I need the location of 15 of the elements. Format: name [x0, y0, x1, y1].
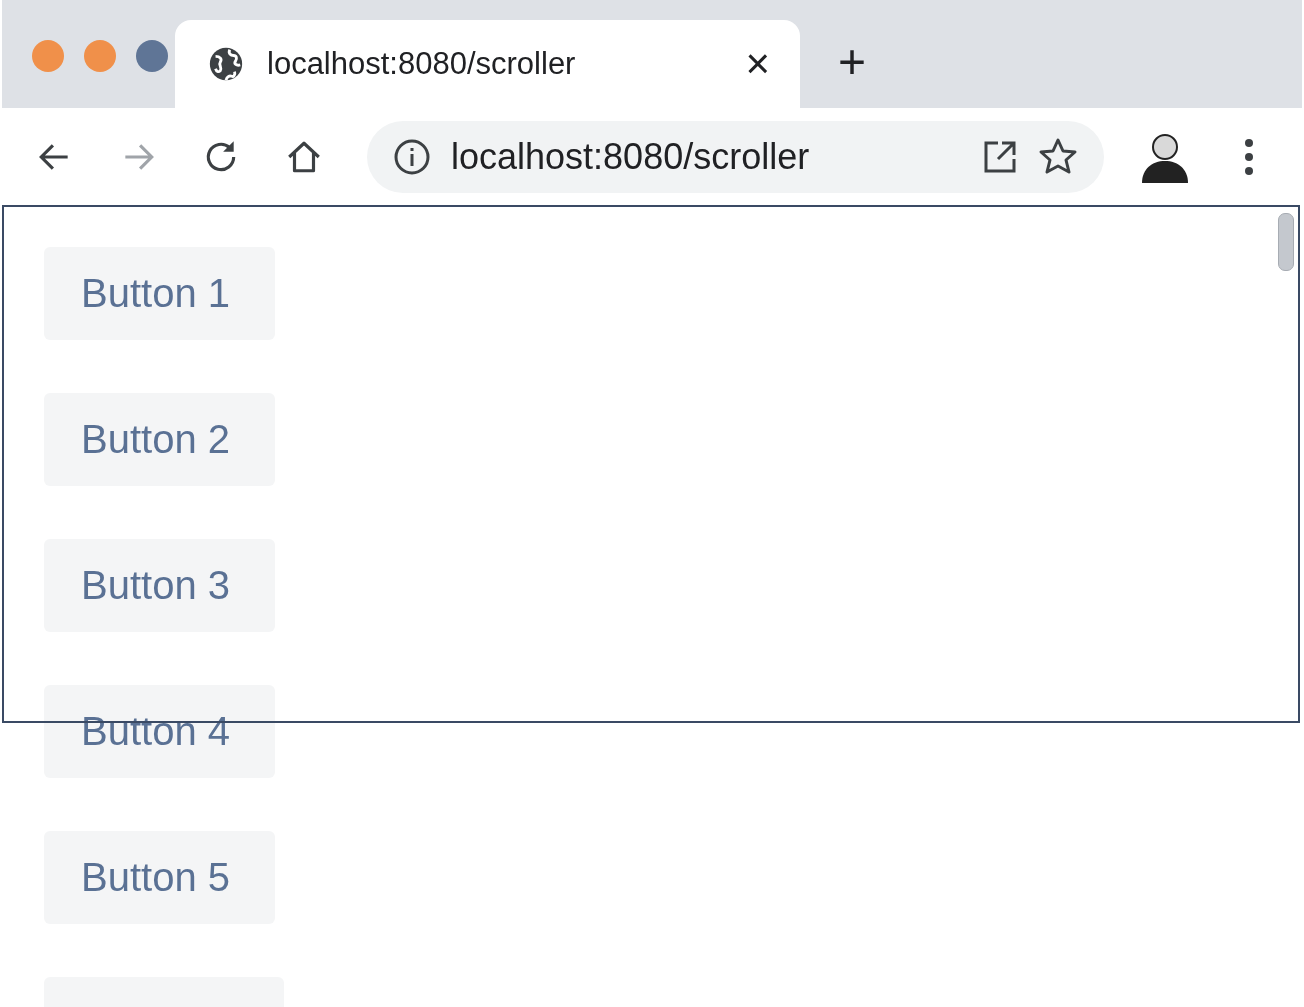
- window-control[interactable]: [136, 40, 168, 72]
- page-button[interactable]: Button 1: [44, 247, 275, 340]
- page-button[interactable]: Button 3: [44, 539, 275, 632]
- page-button[interactable]: Button 5: [44, 831, 275, 924]
- page-button[interactable]: Button 2: [44, 393, 275, 486]
- new-tab-button[interactable]: +: [838, 38, 867, 86]
- tab-title: localhost:8080/scroller: [267, 46, 577, 82]
- browser-tab[interactable]: localhost:8080/scroller ×: [175, 20, 800, 108]
- address-bar[interactable]: localhost:8080/scroller: [367, 120, 1104, 193]
- globe-icon: [207, 45, 245, 83]
- close-tab-button[interactable]: ×: [745, 43, 770, 85]
- url-text: localhost:8080/scroller: [451, 135, 810, 178]
- scrollbar-thumb[interactable]: [1278, 213, 1294, 271]
- info-icon: [393, 137, 431, 176]
- menu-icon[interactable]: [1244, 138, 1254, 175]
